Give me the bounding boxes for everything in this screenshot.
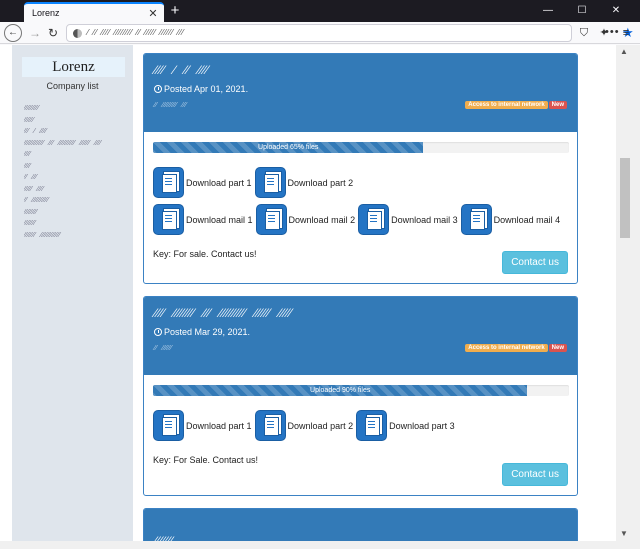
leak-card: ⁄⁄⁄⁄ ⁄⁄⁄⁄⁄⁄⁄⁄ ⁄⁄⁄ ⁄⁄⁄⁄⁄⁄⁄⁄⁄⁄ ⁄⁄⁄⁄⁄⁄ ⁄⁄⁄⁄… [143,296,578,496]
clock-icon [154,328,162,336]
download-link[interactable]: Download part 1 [153,410,252,441]
download-label: Download mail 2 [288,214,356,225]
back-button[interactable]: ← [4,24,22,42]
scroll-up-icon[interactable]: ▲ [620,47,628,56]
sidebar: Lorenz Company list ⁄⁄⁄⁄⁄⁄⁄⁄⁄ ⁄⁄⁄⁄⁄⁄ ⁄⁄⁄… [12,45,133,541]
download-label: Download part 2 [287,420,354,431]
address-bar[interactable]: ⁄ ⁄⁄ ⁄⁄⁄⁄ ⁄⁄⁄⁄⁄⁄⁄⁄ ⁄⁄ ⁄⁄⁄⁄⁄ ⁄⁄⁄⁄⁄⁄ ⁄⁄⁄ •… [66,24,634,42]
url-text: ⁄ ⁄⁄ ⁄⁄⁄⁄ ⁄⁄⁄⁄⁄⁄⁄⁄ ⁄⁄ ⁄⁄⁄⁄⁄ ⁄⁄⁄⁄⁄⁄ ⁄⁄⁄ [87,28,185,37]
document-icon [153,204,184,235]
card-body: Uploaded 90% files Download part 1 Downl… [144,375,577,495]
card-title[interactable]: ⁄⁄⁄⁄ ⁄⁄⁄⁄⁄⁄⁄⁄ ⁄⁄⁄ ⁄⁄⁄⁄⁄⁄⁄⁄⁄⁄ ⁄⁄⁄⁄⁄⁄ ⁄⁄⁄⁄… [154,305,567,321]
download-link[interactable]: Download part 2 [254,410,354,441]
company-link[interactable]: ⁄⁄⁄⁄⁄⁄⁄⁄ [24,207,129,219]
download-label: Download part 1 [186,177,252,188]
browser-tab[interactable]: Lorenz ✕ [24,2,164,22]
document-icon [356,410,388,441]
new-badge: New [548,101,567,109]
tab-title: Lorenz [32,8,60,18]
document-icon [358,204,390,235]
tab-strip: Lorenz ✕ + — ☐ ✕ [0,0,640,22]
shield-icon[interactable]: ⛉ [576,25,592,41]
access-badge: Access to internal network [465,344,548,352]
company-link[interactable]: ⁄⁄ ⁄⁄⁄ [24,172,129,184]
download-label: Download part 1 [186,420,252,431]
download-mails-row: Download mail 1 Download mail 2 Download… [153,204,568,235]
forward-button[interactable]: → [26,24,44,42]
company-link[interactable]: ⁄⁄⁄⁄⁄ ⁄⁄⁄⁄ [24,184,129,196]
company-link[interactable]: ⁄⁄⁄⁄⁄⁄ [24,115,129,127]
download-link[interactable]: Download part 3 [356,410,455,441]
company-link[interactable]: ⁄⁄⁄⁄⁄⁄⁄⁄⁄⁄⁄⁄ ⁄⁄⁄ ⁄⁄⁄⁄⁄⁄⁄⁄⁄⁄ ⁄⁄⁄⁄⁄⁄ ⁄⁄⁄⁄ [24,138,129,150]
download-link[interactable]: Download mail 4 [460,204,561,235]
card-header: ⁄⁄⁄⁄ ⁄⁄⁄⁄⁄⁄⁄⁄ ⁄⁄⁄ ⁄⁄⁄⁄⁄⁄⁄⁄⁄⁄ ⁄⁄⁄⁄⁄⁄ ⁄⁄⁄⁄… [144,297,577,375]
company-link[interactable]: ⁄⁄⁄⁄⁄⁄⁄ ⁄⁄⁄⁄⁄⁄⁄⁄⁄⁄⁄⁄ [24,230,129,242]
document-icon [254,167,286,198]
company-link[interactable]: ⁄⁄⁄⁄ [24,149,129,161]
access-badge: Access to internal network [465,101,548,109]
company-link[interactable]: ⁄⁄⁄⁄⁄⁄⁄ [24,218,129,230]
card-body: Uploaded 65% files Download part 1 Downl… [144,132,577,283]
leak-card: ⁄⁄⁄⁄⁄⁄⁄ [143,508,578,541]
card-title[interactable]: ⁄⁄⁄⁄ ⁄ ⁄⁄ ⁄⁄⁄⁄ [154,62,567,78]
new-tab-button[interactable]: + [166,2,184,20]
card-title[interactable]: ⁄⁄⁄⁄⁄⁄⁄ [154,533,567,541]
download-parts-row: Download part 1 Download part 2 Download… [153,410,568,441]
post-date: Posted Apr 01, 2021. [154,84,567,94]
post-date-text: Posted Apr 01, 2021. [164,84,249,94]
brand-logo[interactable]: Lorenz [22,57,125,77]
site-info-icon[interactable] [73,29,82,38]
company-link[interactable]: ⁄⁄ ⁄⁄⁄⁄⁄⁄⁄⁄⁄⁄ [24,195,129,207]
new-badge: New [548,344,567,352]
download-label: Download mail 3 [391,214,458,225]
post-date-text: Posted Mar 29, 2021. [164,327,251,337]
document-icon [460,204,492,235]
company-link[interactable]: ⁄⁄⁄⁄⁄⁄⁄⁄⁄ [24,103,129,115]
clock-icon [154,85,162,93]
company-link[interactable]: ⁄⁄⁄ ⁄ ⁄⁄⁄⁄ [24,126,129,138]
document-icon [153,410,184,441]
minimize-window-button[interactable]: — [532,0,564,22]
menu-icon[interactable]: ≡ [618,25,634,41]
document-icon [254,410,286,441]
upload-progress-bar: Uploaded 90% files [153,385,528,396]
document-icon [255,204,287,235]
upload-progress: Uploaded 90% files [153,385,569,396]
download-label: Download mail 4 [493,214,561,225]
navigation-toolbar: ← → ↻ ⁄ ⁄⁄ ⁄⁄⁄⁄ ⁄⁄⁄⁄⁄⁄⁄⁄ ⁄⁄ ⁄⁄⁄⁄⁄ ⁄⁄⁄⁄⁄⁄… [0,22,640,44]
company-list-heading: Company list [46,81,99,91]
download-parts-row: Download part 1 Download part 2 [153,167,568,198]
close-tab-icon[interactable]: ✕ [146,7,160,20]
download-link[interactable]: Download part 2 [254,167,354,198]
card-header: ⁄⁄⁄⁄ ⁄ ⁄⁄ ⁄⁄⁄⁄ Posted Apr 01, 2021. ⁄⁄ ⁄… [144,54,577,132]
horizontal-scrollbar[interactable] [0,541,640,549]
download-link[interactable]: Download mail 3 [358,204,458,235]
document-icon [153,167,184,198]
reload-button[interactable]: ↻ [44,24,62,42]
card-badges: Access to internal network New [465,101,567,109]
scroll-down-icon[interactable]: ▼ [620,529,628,538]
contact-us-button[interactable]: Contact us [502,251,568,274]
upload-progress: Uploaded 65% files [153,142,569,153]
download-label: Download part 2 [287,177,354,188]
download-link[interactable]: Download mail 2 [255,204,356,235]
company-list: ⁄⁄⁄⁄⁄⁄⁄⁄⁄ ⁄⁄⁄⁄⁄⁄ ⁄⁄⁄ ⁄ ⁄⁄⁄⁄ ⁄⁄⁄⁄⁄⁄⁄⁄⁄⁄⁄⁄… [24,103,129,241]
post-date: Posted Mar 29, 2021. [154,327,567,337]
page-viewport: Lorenz Company list ⁄⁄⁄⁄⁄⁄⁄⁄⁄ ⁄⁄⁄⁄⁄⁄ ⁄⁄⁄… [0,45,616,541]
leak-card: ⁄⁄⁄⁄ ⁄ ⁄⁄ ⁄⁄⁄⁄ Posted Apr 01, 2021. ⁄⁄ ⁄… [143,53,578,284]
download-label: Download mail 1 [186,214,253,225]
close-window-button[interactable]: ✕ [600,0,632,22]
vertical-scrollbar[interactable]: ▲ ▼ [616,45,640,541]
card-header: ⁄⁄⁄⁄⁄⁄⁄ [144,509,577,541]
scrollbar-thumb[interactable] [620,158,630,238]
download-link[interactable]: Download part 1 [153,167,252,198]
company-link[interactable]: ⁄⁄⁄⁄ [24,161,129,173]
maximize-window-button[interactable]: ☐ [566,0,598,22]
card-badges: Access to internal network New [465,344,567,352]
upload-progress-bar: Uploaded 65% files [153,142,424,153]
download-label: Download part 3 [389,420,455,431]
extensions-icon[interactable]: ✦ [596,25,612,41]
contact-us-button[interactable]: Contact us [502,463,568,486]
download-link[interactable]: Download mail 1 [153,204,253,235]
